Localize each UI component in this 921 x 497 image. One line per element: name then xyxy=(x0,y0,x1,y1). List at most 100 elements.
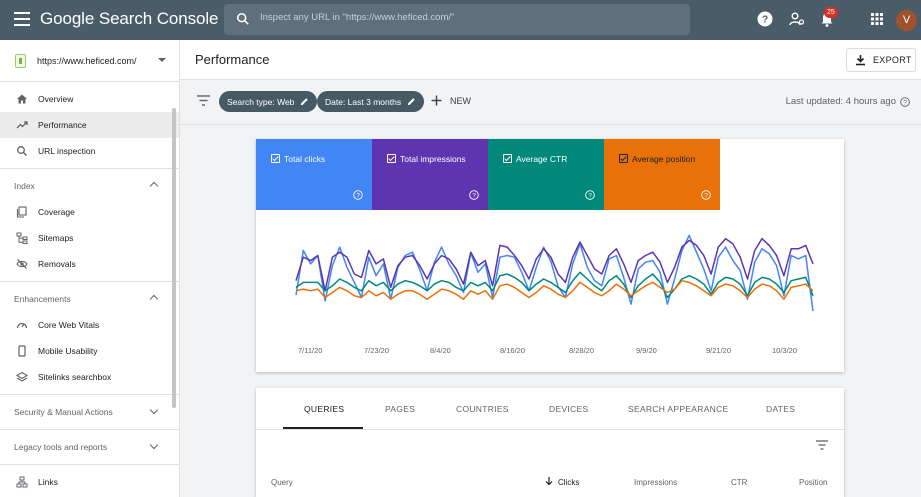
tab-devices[interactable]: DEVICES xyxy=(549,404,588,414)
nav-removals[interactable]: Removals xyxy=(0,251,179,277)
metric-average-position[interactable]: Average position ? xyxy=(604,139,720,210)
help-circle-icon[interactable]: ? xyxy=(585,190,595,200)
nav-label: Performance xyxy=(38,120,87,130)
sort-down-arrow-icon[interactable] xyxy=(544,476,554,486)
app-title[interactable]: Google Search Console xyxy=(40,9,219,29)
page-title: Performance xyxy=(195,52,270,67)
trending-up-icon xyxy=(16,121,28,129)
nav-performance[interactable]: Performance xyxy=(0,112,179,138)
phone-icon xyxy=(18,345,26,357)
section-index[interactable]: Index xyxy=(0,173,179,199)
x-tick-label: 7/23/20 xyxy=(364,346,389,355)
help-circle-icon[interactable]: ? xyxy=(469,190,479,200)
sitemap-icon xyxy=(16,232,28,244)
series-line-total-clicks xyxy=(295,234,814,312)
tab-dates[interactable]: DATES xyxy=(766,404,795,414)
nav-url-inspection[interactable]: URL inspection xyxy=(0,138,179,164)
column-query[interactable]: Query xyxy=(271,478,293,487)
url-inspect-input[interactable] xyxy=(260,12,660,23)
section-security-manual-actions[interactable]: Security & Manual Actions xyxy=(0,399,179,425)
chip-label: Date: Last 3 months xyxy=(325,96,402,107)
property-selector[interactable]: https://www.heficed.com/ xyxy=(0,40,179,82)
eye-off-icon xyxy=(16,259,28,269)
manage-users-icon[interactable] xyxy=(788,10,806,28)
x-tick-label: 9/21/20 xyxy=(706,346,731,355)
column-clicks[interactable]: Clicks xyxy=(558,478,579,487)
nav-mobile-usability[interactable]: Mobile Usability xyxy=(0,338,179,364)
nav-label: Sitelinks searchbox xyxy=(38,372,112,382)
section-enhancements[interactable]: Enhancements xyxy=(0,286,179,312)
section-label: Security & Manual Actions xyxy=(14,407,113,417)
x-tick-label: 7/11/20 xyxy=(298,346,322,355)
table-header-row: Query Clicks Impressions CTR Position xyxy=(256,472,844,497)
section-label: Legacy tools and reports xyxy=(14,442,108,452)
column-impressions[interactable]: Impressions xyxy=(634,478,677,487)
apps-grid-icon[interactable] xyxy=(868,10,886,28)
export-label: EXPORT xyxy=(873,55,912,65)
column-ctr[interactable]: CTR xyxy=(731,478,747,487)
metric-average-ctr[interactable]: Average CTR ? xyxy=(488,139,604,210)
section-legacy-tools[interactable]: Legacy tools and reports xyxy=(0,434,179,460)
nav-links[interactable]: Links xyxy=(0,469,179,495)
nav-core-web-vitals[interactable]: Core Web Vitals xyxy=(0,312,179,338)
new-filter-button[interactable]: NEW xyxy=(431,95,471,106)
chevron-up-icon xyxy=(149,294,159,304)
menu-icon[interactable] xyxy=(14,12,30,26)
nav-label: Links xyxy=(38,477,58,487)
chip-label: Search type: Web xyxy=(227,96,295,107)
table-filter-icon[interactable] xyxy=(816,440,828,450)
help-icon[interactable]: ? xyxy=(756,10,774,28)
checkbox-checked-icon xyxy=(271,154,280,163)
last-updated: Last updated: 4 hours ago ? xyxy=(786,96,910,107)
coverage-icon xyxy=(16,206,27,218)
tab-queries[interactable]: QUERIES xyxy=(304,404,344,414)
divider xyxy=(0,429,179,430)
date-range-chip[interactable]: Date: Last 3 months xyxy=(317,91,425,112)
help-circle-icon[interactable]: ? xyxy=(900,96,910,107)
edit-pencil-icon xyxy=(408,98,415,105)
section-label: Enhancements xyxy=(14,294,71,304)
help-circle-icon[interactable]: ? xyxy=(701,190,711,200)
divider xyxy=(0,281,179,282)
new-label: NEW xyxy=(450,95,471,106)
x-tick-label: 8/4/20 xyxy=(430,346,451,355)
sidebar-scrollbar[interactable] xyxy=(172,108,176,408)
x-tick-label: 9/9/20 xyxy=(636,346,657,355)
nav-label: Sitemaps xyxy=(38,233,74,243)
nav-overview[interactable]: Overview xyxy=(0,86,179,112)
url-inspect-search[interactable] xyxy=(224,4,690,35)
search-type-chip[interactable]: Search type: Web xyxy=(219,91,318,112)
svg-text:?: ? xyxy=(472,192,476,199)
tab-countries[interactable]: COUNTRIES xyxy=(456,404,509,414)
help-circle-icon[interactable]: ? xyxy=(353,190,363,200)
column-position[interactable]: Position xyxy=(799,478,827,487)
performance-line-chart: 7/11/20 7/23/20 8/4/20 8/16/20 8/28/20 9/9/20… xyxy=(295,234,814,355)
metric-label: Average CTR xyxy=(516,154,568,164)
checkbox-checked-icon xyxy=(503,154,512,163)
tab-pages[interactable]: PAGES xyxy=(385,404,415,414)
metric-label: Total clicks xyxy=(284,154,326,164)
nav-sitelinks-searchbox[interactable]: Sitelinks searchbox xyxy=(0,364,179,390)
avatar[interactable]: V xyxy=(896,10,917,31)
nav-sitemaps[interactable]: Sitemaps xyxy=(0,225,179,251)
svg-text:?: ? xyxy=(903,99,907,106)
tab-search-appearance[interactable]: SEARCH APPEARANCE xyxy=(628,404,729,414)
chevron-down-icon xyxy=(149,405,159,415)
nav-coverage[interactable]: Coverage xyxy=(0,199,179,225)
nav-label: Mobile Usability xyxy=(38,346,98,356)
checkbox-checked-icon xyxy=(387,154,396,163)
filter-icon[interactable] xyxy=(197,95,210,106)
search-icon xyxy=(236,12,249,25)
edit-pencil-icon xyxy=(301,98,309,105)
nav-label: Core Web Vitals xyxy=(38,320,100,330)
home-icon xyxy=(17,94,27,104)
property-url: https://www.heficed.com/ xyxy=(37,55,137,66)
metric-total-impressions[interactable]: Total impressions ? xyxy=(372,139,488,210)
metric-total-clicks[interactable]: Total clicks ? xyxy=(256,139,372,210)
report-tabs: QUERIES PAGES COUNTRIES DEVICES SEARCH A… xyxy=(256,388,844,430)
x-tick-label: 10/3/20 xyxy=(772,346,797,355)
download-icon xyxy=(856,55,865,66)
performance-chart-card: Total clicks ? Total impressions ? Avera… xyxy=(256,139,844,372)
layers-icon xyxy=(16,371,28,382)
export-button[interactable]: EXPORT xyxy=(846,48,916,72)
